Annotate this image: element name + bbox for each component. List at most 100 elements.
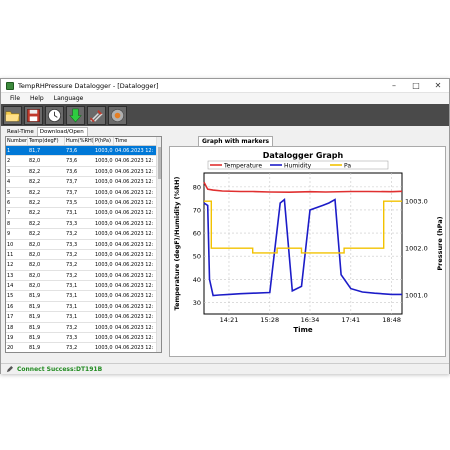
open-folder-icon[interactable] [3, 105, 22, 125]
table-cell: 10 [7, 241, 14, 248]
save-disk-icon[interactable] [24, 105, 43, 125]
table-row[interactable]: 12 82,0 73,2 1003,0 04.06.2023 12: [6, 260, 161, 271]
y-tick-label: 50 [193, 253, 201, 261]
table-cell: 04.06.2023 12: [115, 293, 154, 300]
table-row[interactable]: 1 81,7 73,6 1003,0 04.06.2023 12: [6, 146, 161, 157]
table-row[interactable]: 5 82,2 73,7 1003,0 04.06.2023 12: [6, 188, 161, 198]
table-cell: 17 [7, 314, 14, 321]
table-cell: 81,7 [29, 148, 41, 154]
table-cell: 73,5 [66, 199, 78, 206]
table-cell: 3 [7, 168, 11, 175]
y-axis-label: Temperature (degF)/Humidity (%RH) [173, 177, 181, 311]
table-cell: 8 [7, 220, 11, 227]
table-cell: 82,0 [29, 158, 41, 165]
minimize-button[interactable]: – [383, 79, 405, 93]
connection-status: Connect Success:DT191B [17, 365, 103, 373]
table-row[interactable]: 11 82,0 73,2 1003,0 04.06.2023 12: [6, 250, 161, 261]
table-row[interactable]: 19 81,9 73,3 1003,0 04.06.2023 12: [6, 333, 161, 344]
clock-icon[interactable] [45, 105, 64, 125]
table-row[interactable]: 8 82,2 73,3 1003,0 04.06.2023 12: [6, 219, 161, 230]
maximize-button[interactable]: □ [405, 79, 427, 93]
col-number[interactable]: Number [6, 137, 28, 145]
tab-real-time[interactable]: Real-Time [5, 128, 37, 136]
table-cell: 1003,0 [95, 220, 113, 227]
table-scrollbar[interactable] [156, 137, 161, 352]
col-pressure[interactable]: P(hPa) [94, 137, 114, 145]
table-row[interactable]: 9 82,2 73,2 1003,0 04.06.2023 12: [6, 229, 161, 240]
close-button[interactable]: ✕ [427, 79, 449, 93]
menu-file[interactable]: File [5, 95, 25, 102]
y-right-axis-label: Pressure (hPa) [436, 216, 444, 270]
col-time[interactable]: Time [114, 137, 157, 145]
table-cell: 13 [7, 272, 14, 279]
table-cell: 12 [7, 262, 14, 269]
table-cell: 73,2 [66, 262, 78, 269]
table-cell: 04.06.2023 12: [115, 324, 154, 331]
table-cell: 1003,0 [95, 148, 113, 154]
table-cell: 73,1 [66, 303, 78, 310]
status-bar: Connect Success:DT191B [1, 363, 449, 374]
table-row[interactable]: 10 82,0 73,3 1003,0 04.06.2023 12: [6, 240, 161, 250]
y-right-tick-label: 1002.0 [405, 245, 428, 253]
table-cell: 1003,0 [95, 324, 113, 331]
table-cell: 1003,0 [95, 293, 113, 300]
table-row[interactable]: 18 81,9 73,2 1003,0 04.06.2023 12: [6, 323, 161, 334]
table-cell: 82,2 [29, 231, 41, 238]
table-row[interactable]: 3 82,2 73,6 1003,0 04.06.2023 12: [6, 167, 161, 178]
menu-language[interactable]: Language [49, 95, 89, 102]
table-cell: 1003,0 [95, 345, 113, 352]
x-tick-label: 14:21 [220, 316, 239, 324]
table-cell: 04.06.2023 12: [115, 220, 154, 227]
table-cell: 73,7 [66, 189, 78, 196]
settings-tools-icon[interactable] [87, 105, 106, 125]
table-scroll-thumb[interactable] [158, 147, 161, 179]
table-cell: 04.06.2023 12: [115, 231, 154, 238]
table-cell: 81,9 [29, 324, 41, 331]
x-axis-label: Time [293, 326, 312, 334]
table-cell: 1003,0 [95, 210, 113, 217]
table-cell: 6 [7, 199, 11, 206]
app-icon [6, 81, 14, 90]
main-content: Number Temp(degF) Hum(%RH) P(hPa) Time 1… [5, 136, 446, 363]
table-cell: 4 [7, 179, 11, 186]
table-cell: 82,2 [29, 210, 41, 217]
table-cell: 81,9 [29, 303, 41, 310]
table-row[interactable]: 6 82,2 73,5 1003,0 04.06.2023 12: [6, 198, 161, 209]
table-cell: 1003,0 [95, 303, 113, 310]
table-cell: 1003,0 [95, 314, 113, 321]
table-cell: 04.06.2023 12: [115, 189, 154, 196]
table-row[interactable]: 15 81,9 73,1 1003,0 04.06.2023 12: [6, 291, 161, 302]
table-row[interactable]: 17 81,9 73,1 1003,0 04.06.2023 12: [6, 312, 161, 323]
table-cell: 82,0 [29, 272, 41, 279]
table-cell: 73,2 [66, 231, 78, 238]
table-row[interactable]: 14 82,0 73,1 1003,0 04.06.2023 12: [6, 281, 161, 292]
app-window: TempRHPressure Datalogger - [Datalogger]… [0, 78, 450, 374]
table-cell: 1003,0 [95, 168, 113, 175]
table-cell: 81,9 [29, 345, 41, 352]
y-tick-label: 80 [193, 183, 201, 191]
table-cell: 5 [7, 189, 11, 196]
col-hum[interactable]: Hum(%RH) [65, 137, 94, 145]
table-cell: 04.06.2023 12: [115, 272, 154, 279]
table-cell: 82,2 [29, 220, 41, 227]
download-arrow-icon[interactable] [66, 105, 85, 125]
table-row[interactable]: 7 82,2 73,1 1003,0 04.06.2023 12: [6, 208, 161, 219]
y-right-tick-label: 1001.0 [405, 292, 428, 300]
tab-graph-with-markers[interactable]: Graph with markers [198, 136, 274, 146]
menu-help[interactable]: Help [25, 95, 49, 102]
table-cell: 73,6 [66, 168, 78, 175]
table-cell: 1003,0 [95, 179, 113, 186]
table-cell: 1003,0 [95, 231, 113, 238]
table-cell: 1003,0 [95, 241, 113, 248]
table-row[interactable]: 20 81,9 73,2 1003,0 04.06.2023 12: [6, 343, 161, 352]
tab-download-open[interactable]: Download/Open [36, 127, 88, 136]
erase-logger-icon[interactable] [108, 105, 127, 125]
table-cell: 19 [7, 335, 14, 342]
table-row[interactable]: 16 81,9 73,1 1003,0 04.06.2023 12: [6, 302, 161, 313]
table-cell: 82,0 [29, 251, 41, 258]
x-tick-label: 17:41 [341, 316, 360, 324]
table-row[interactable]: 2 82,0 73,6 1003,0 04.06.2023 12: [6, 156, 161, 167]
col-temp[interactable]: Temp(degF) [28, 137, 65, 145]
table-row[interactable]: 4 82,2 73,7 1003,0 04.06.2023 12: [6, 177, 161, 188]
table-row[interactable]: 13 82,0 73,2 1003,0 04.06.2023 12: [6, 271, 161, 282]
